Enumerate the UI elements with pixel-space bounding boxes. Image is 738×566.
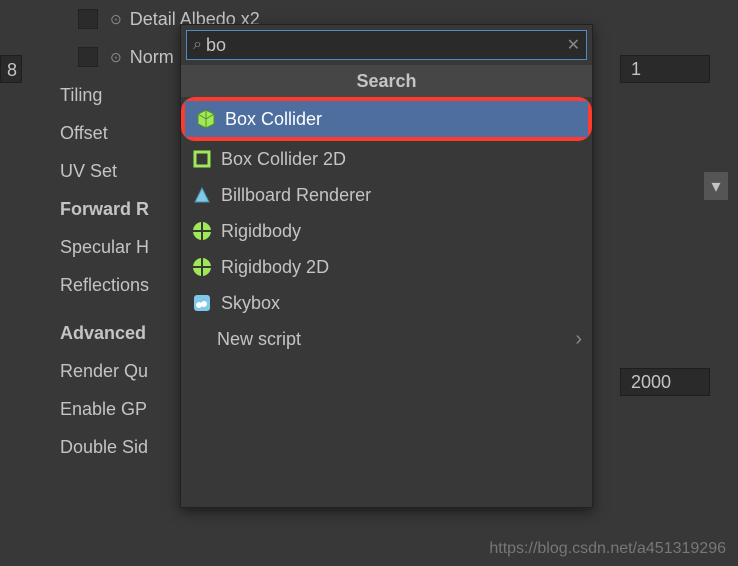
spacer <box>181 357 592 507</box>
result-label: Rigidbody 2D <box>221 257 329 278</box>
result-label: Billboard Renderer <box>221 185 371 206</box>
watermark: https://blog.csdn.net/a451319296 <box>489 540 726 558</box>
cropped-field[interactable]: 8 <box>0 55 22 83</box>
cube-icon <box>195 108 217 130</box>
result-box-collider[interactable]: Box Collider <box>185 101 588 137</box>
property-dot-icon: ⊙ <box>110 11 122 28</box>
search-header: Search <box>181 65 592 97</box>
rigidbody-icon <box>191 256 213 278</box>
skybox-icon <box>191 292 213 314</box>
checkbox[interactable] <box>78 9 98 29</box>
dropdown-arrow-icon[interactable]: ▾ <box>704 172 728 200</box>
rigidbody-icon <box>191 220 213 242</box>
result-skybox[interactable]: Skybox <box>181 285 592 321</box>
result-label: Rigidbody <box>221 221 301 242</box>
result-label: Skybox <box>221 293 280 314</box>
add-component-dropdown: ⌕ ✕ Search Box Collider Box Collider 2D … <box>180 24 593 508</box>
result-box-collider-2d[interactable]: Box Collider 2D <box>181 141 592 177</box>
search-icon: ⌕ <box>193 36 202 54</box>
prop-label: Norm <box>130 47 174 68</box>
result-label: Box Collider <box>225 109 322 130</box>
result-label: Box Collider 2D <box>221 149 346 170</box>
square-icon <box>191 148 213 170</box>
billboard-icon <box>191 184 213 206</box>
result-billboard-renderer[interactable]: Billboard Renderer <box>181 177 592 213</box>
search-bar: ⌕ ✕ <box>186 30 587 60</box>
result-rigidbody[interactable]: Rigidbody <box>181 213 592 249</box>
property-dot-icon: ⊙ <box>110 49 122 66</box>
normal-value-input[interactable] <box>620 55 710 83</box>
result-rigidbody-2d[interactable]: Rigidbody 2D <box>181 249 592 285</box>
search-input[interactable] <box>206 35 567 56</box>
tutorial-highlight: Box Collider <box>181 97 592 141</box>
render-queue-input[interactable] <box>620 368 710 396</box>
chevron-right-icon: › <box>575 328 582 351</box>
checkbox[interactable] <box>78 47 98 67</box>
new-script-label: New script <box>217 329 301 350</box>
clear-icon[interactable]: ✕ <box>567 35 580 55</box>
new-script-item[interactable]: New script › <box>181 321 592 357</box>
